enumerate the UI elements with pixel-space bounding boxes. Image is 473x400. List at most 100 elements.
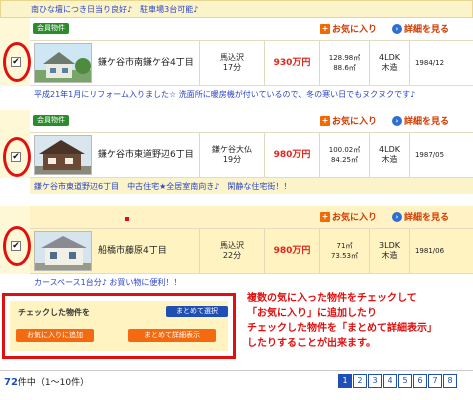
property-address[interactable]: 鎌ケ谷市南鎌ケ谷4丁目 [92, 41, 199, 85]
property-info[interactable]: 鎌ケ谷市東道野辺6丁目 鎌ケ谷大仏 19分 980万円 100.02㎡ 84.2… [30, 132, 473, 178]
detail-label: 詳細を見る [404, 117, 450, 127]
arrow-circle-icon: › [392, 115, 402, 126]
house-photo-icon [35, 44, 91, 82]
select-all-button[interactable]: まとめて選択 [166, 306, 228, 317]
building-area: 84.25㎡ [330, 156, 359, 164]
house-photo-icon [35, 232, 91, 270]
property-station: 馬込沢 17分 [199, 41, 264, 85]
explanation-text: 複数の気に入った物件をチェックして 「お気に入り」に追加したり チェックした物件… [247, 291, 471, 351]
station-name: 馬込沢 [220, 241, 244, 250]
layout-structure: 木造 [381, 251, 398, 260]
plus-icon: + [320, 23, 330, 34]
favorite-label: お気に入り [332, 213, 378, 223]
favorite-button[interactable]: + お気に入り [320, 210, 377, 223]
page-link[interactable]: 5 [398, 374, 412, 388]
member-badge: 会員物件 [33, 115, 69, 126]
arrow-circle-icon: › [392, 23, 402, 34]
property-area: 128.98㎡ 88.6㎡ [319, 41, 369, 85]
property-row: 会員物件 + お気に入り › 詳細を見る 鎌ケ谷市南鎌ケ谷4丁目 馬込沢 17分 [0, 18, 473, 118]
count-suffix: 件中（1〜10件） [17, 378, 90, 388]
page-link[interactable]: 8 [443, 374, 457, 388]
arrow-circle-icon: › [392, 211, 402, 222]
add-favorite-button[interactable]: お気に入りに追加 [16, 329, 94, 342]
property-info[interactable]: 船橋市藤原4丁目 馬込沢 22分 980万円 71㎡ 73.53㎡ 3LDK 木… [30, 228, 473, 274]
property-layout: 4LDK 木造 [369, 41, 409, 85]
listing-comment: 南ひな壇につき日当り良好♪ 駐車場3台可能♪ [0, 0, 473, 18]
layout-structure: 木造 [381, 155, 398, 164]
favorite-button[interactable]: + お気に入り [320, 114, 377, 127]
property-price: 980万円 [264, 133, 319, 177]
property-price: 930万円 [264, 41, 319, 85]
layout-rooms: 4LDK [379, 145, 400, 154]
page-link[interactable]: 7 [428, 374, 442, 388]
pager-bar: 72件中（1〜10件） 1 2 3 4 5 6 7 8 [0, 370, 473, 390]
property-checkbox[interactable]: ✔ [11, 57, 21, 67]
property-built: 1984/12 [409, 41, 449, 85]
house-photo-icon [35, 136, 91, 174]
property-station: 鎌ケ谷大仏 19分 [199, 133, 264, 177]
station-name: 鎌ケ谷大仏 [212, 145, 252, 154]
building-area: 88.6㎡ [333, 64, 356, 72]
property-price: 980万円 [264, 229, 319, 273]
bulk-action-title: チェックした物件を [18, 308, 90, 317]
land-area: 128.98㎡ [328, 54, 361, 62]
explanation-line: 複数の気に入った物件をチェックして [247, 293, 417, 304]
property-comment: カースペース1台分♪ お買い物に便利！！ [30, 274, 473, 290]
explanation-line: 「お気に入り」に追加したり [247, 308, 377, 319]
page-link[interactable]: 6 [413, 374, 427, 388]
explanation-line: したりすることが出来ます。 [247, 338, 376, 349]
detail-button[interactable]: › 詳細を見る [392, 114, 449, 127]
property-comment: 平成21年1月にリフォーム入りました☆ 洗面所に暖房機が付いているので、冬の寒い… [30, 86, 473, 102]
property-photo[interactable] [34, 135, 92, 175]
property-layout: 3LDK 木造 [369, 229, 409, 273]
building-area: 73.53㎡ [330, 252, 359, 260]
property-checkbox[interactable]: ✔ [11, 241, 21, 251]
property-photo[interactable] [34, 231, 92, 271]
page-link[interactable]: 4 [383, 374, 397, 388]
detail-button[interactable]: › 詳細を見る [392, 210, 449, 223]
property-address[interactable]: 鎌ケ谷市東道野辺6丁目 [92, 133, 199, 177]
favorite-label: お気に入り [332, 117, 378, 127]
result-count: 72件中（1〜10件） [4, 375, 89, 388]
pagination: 1 2 3 4 5 6 7 8 [338, 374, 458, 388]
walk-time: 19分 [222, 155, 242, 164]
plus-icon: + [320, 211, 330, 222]
show-detail-button[interactable]: まとめて詳細表示 [128, 329, 216, 342]
property-area: 100.02㎡ 84.25㎡ [319, 133, 369, 177]
detail-label: 詳細を見る [404, 213, 450, 223]
land-area: 100.02㎡ [328, 146, 361, 154]
land-area: 71㎡ [336, 242, 353, 250]
property-area: 71㎡ 73.53㎡ [319, 229, 369, 273]
layout-structure: 木造 [381, 63, 398, 72]
walk-time: 17分 [222, 63, 242, 72]
layout-rooms: 4LDK [379, 53, 400, 62]
listing-comment-text: 南ひな壇につき日当り良好♪ 駐車場3台可能♪ [31, 5, 199, 14]
detail-button[interactable]: › 詳細を見る [392, 22, 449, 35]
property-info[interactable]: 鎌ケ谷市南鎌ケ谷4丁目 馬込沢 17分 930万円 128.98㎡ 88.6㎡ … [30, 40, 473, 86]
total-count: 72 [4, 377, 18, 388]
detail-label: 詳細を見る [404, 25, 450, 35]
favorite-label: お気に入り [332, 25, 378, 35]
favorite-button[interactable]: + お気に入り [320, 22, 377, 35]
walk-time: 22分 [222, 251, 242, 260]
property-row: 会員物件 + お気に入り › 詳細を見る 鎌ケ谷市東道野辺6丁目 鎌ケ谷大仏 1… [0, 110, 473, 210]
bulk-action-panel: チェックした物件を まとめて選択 お気に入りに追加 まとめて詳細表示 [10, 301, 228, 351]
property-station: 馬込沢 22分 [199, 229, 264, 273]
page-link[interactable]: 3 [368, 374, 382, 388]
page-link[interactable]: 2 [353, 374, 367, 388]
property-built: 1981/06 [409, 229, 449, 273]
property-layout: 4LDK 木造 [369, 133, 409, 177]
plus-icon: + [320, 115, 330, 126]
layout-rooms: 3LDK [379, 241, 400, 250]
page-link[interactable]: 1 [338, 374, 352, 388]
property-address[interactable]: 船橋市藤原4丁目 [92, 229, 199, 273]
station-name: 馬込沢 [220, 53, 244, 62]
explanation-line: チェックした物件を「まとめて詳細表示」 [247, 323, 437, 334]
property-built: 1987/05 [409, 133, 449, 177]
property-photo[interactable] [34, 43, 92, 83]
bulk-action-box: チェックした物件を まとめて選択 お気に入りに追加 まとめて詳細表示 [2, 293, 236, 359]
property-checkbox[interactable]: ✔ [11, 152, 21, 162]
property-comment: 鎌ケ谷市東道野辺6丁目 中古住宅★全居室南向き♪ 閑静な住宅街！！ [30, 178, 473, 194]
member-badge: 会員物件 [33, 23, 69, 34]
marker-dot [125, 217, 129, 221]
